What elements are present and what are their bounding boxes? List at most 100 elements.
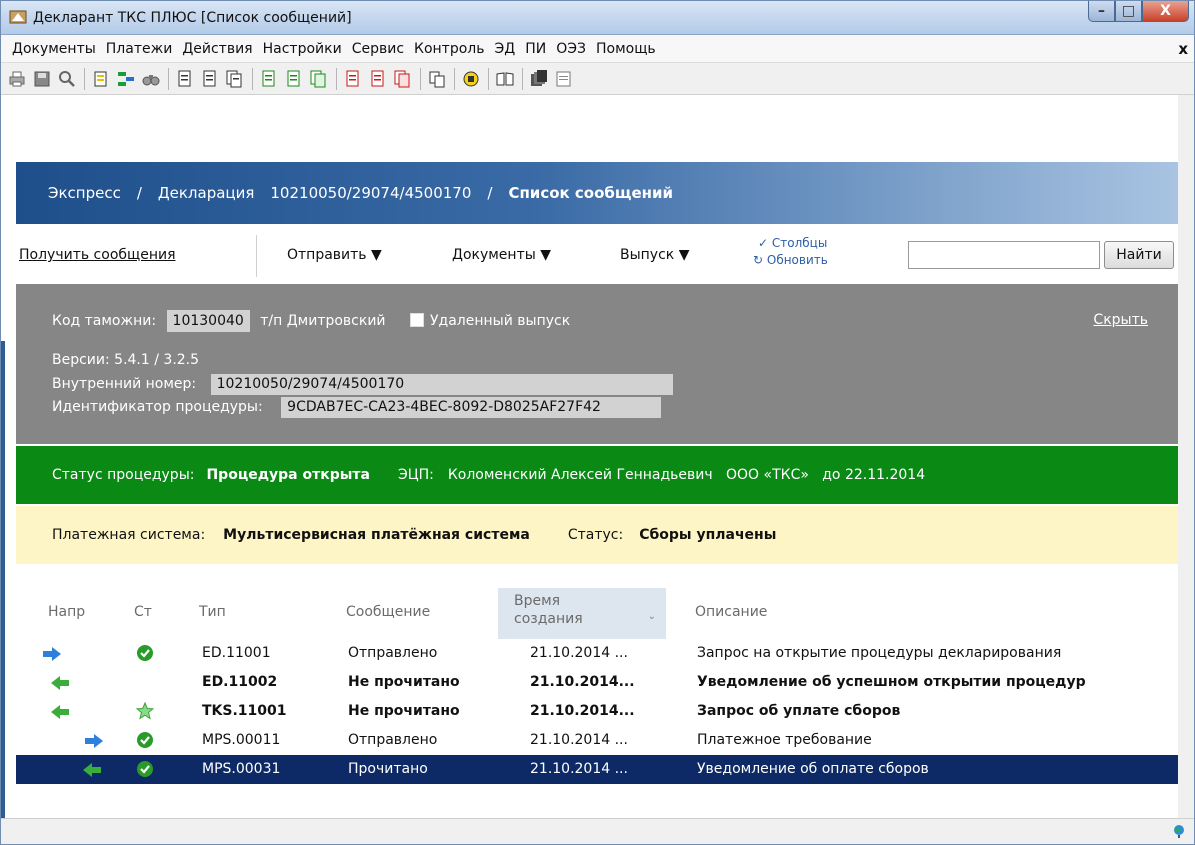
doc-icon[interactable] [200,69,220,89]
versions-text: Версии: 5.4.1 / 3.2.5 [52,352,200,368]
row-description: Уведомление об оплате сборов [697,761,929,777]
row-description: Запрос об уплате сборов [697,703,901,719]
row-message: Отправлено [348,732,438,748]
customs-row: Код таможни: 10130040 т/п Дмитровский Уд… [52,310,570,332]
close-button[interactable]: X [1142,1,1189,22]
procedure-status-panel: Статус процедуры: Процедура открыта ЭЦП:… [16,446,1178,504]
action-separator [256,235,257,277]
minimize-button[interactable]: – [1088,1,1115,22]
save-icon[interactable] [32,69,52,89]
doc-green-icon[interactable] [259,69,279,89]
search-button[interactable]: Найти [1104,241,1174,269]
row-time: 21.10.2014 ... [530,761,628,777]
customs-label: Код таможни: [52,313,157,329]
row-type: ED.11002 [202,674,278,690]
toolbar-separator [454,67,455,90]
remote-release-checkbox[interactable] [410,313,424,327]
new-doc-icon[interactable] [91,69,111,89]
sort-chevron-icon: ⌄ [647,611,656,622]
col-header-message[interactable]: Сообщение [346,604,430,620]
remote-release-label[interactable]: Удаленный выпуск [430,313,570,329]
search-input[interactable] [908,241,1100,269]
docs-red-icon[interactable] [393,69,413,89]
payment-panel: Платежная система: Мультисервисная платё… [16,506,1178,564]
menu-documents[interactable]: Документы [7,41,101,57]
send-dropdown[interactable]: Отправить ▼ [287,247,382,263]
table-row[interactable]: MPS.00011 Отправлено 21.10.2014 ... Плат… [16,726,1178,755]
table-header: Напр Ст Тип Сообщение Время создания ⌄ О… [16,588,1178,639]
ok-check-icon [137,761,153,777]
menu-actions[interactable]: Действия [177,41,257,57]
table-row-selected[interactable]: MPS.00031 Прочитано 21.10.2014 ... Уведо… [16,755,1178,784]
menu-payments[interactable]: Платежи [101,41,178,57]
menu-ed[interactable]: ЭД [489,41,520,57]
internal-number-row: Внутренний номер: 10210050/29074/4500170 [52,374,673,395]
col-header-dir[interactable]: Напр [48,604,85,620]
tree-icon[interactable] [116,69,136,89]
row-time: 21.10.2014 ... [530,732,628,748]
table-row[interactable]: ED.11002 Не прочитано 21.10.2014... Увед… [16,668,1178,697]
menu-bar: Документы Платежи Действия Настройки Сер… [1,35,1194,63]
release-dropdown[interactable]: Выпуск ▼ [620,247,689,263]
breadcrumb-declaration[interactable]: Декларация [158,184,254,202]
doc-green-icon[interactable] [284,69,304,89]
documents-dropdown[interactable]: Документы ▼ [452,247,551,263]
ok-check-icon [137,732,153,748]
toolbar-separator [252,67,253,90]
menu-oez[interactable]: ОЭЗ [551,41,591,57]
hand-icon[interactable] [461,69,481,89]
col-header-time[interactable]: Время создания ⌄ [498,588,666,639]
stack-icon[interactable] [529,69,549,89]
col-header-type[interactable]: Тип [199,604,226,620]
payment-status-label: Статус: [567,527,624,543]
app-icon [9,10,27,24]
binoculars-icon[interactable] [141,69,161,89]
printer-icon[interactable] [7,69,27,89]
breadcrumb-express[interactable]: Экспресс [48,184,121,202]
incoming-arrow-icon [51,676,69,690]
status-label: Статус процедуры: [52,467,195,483]
doc-red-icon[interactable] [368,69,388,89]
get-messages-link[interactable]: Получить сообщения [19,247,176,263]
signature-label: ЭЦП: [397,467,434,483]
mdi-close-icon[interactable]: x [1178,40,1188,58]
row-type: MPS.00031 [202,761,281,777]
menu-pi[interactable]: ПИ [520,41,551,57]
declaration-info-panel: Код таможни: 10130040 т/п Дмитровский Уд… [16,284,1178,444]
col-header-status[interactable]: Ст [134,604,152,620]
menu-control[interactable]: Контроль [409,41,489,57]
refresh-link[interactable]: ↻ Обновить [753,253,828,267]
zoom-icon[interactable] [57,69,77,89]
title-bar[interactable]: Декларант ТКС ПЛЮС [Список сообщений] – … [1,1,1194,35]
menu-help[interactable]: Помощь [591,41,661,57]
status-value: Процедура открыта [206,467,370,483]
table-row[interactable]: ED.11001 Отправлено 21.10.2014 ... Запро… [16,639,1178,668]
globe-icon [1174,825,1184,838]
internal-number-value: 10210050/29074/4500170 [210,374,673,395]
doc-red-icon[interactable] [343,69,363,89]
maximize-button[interactable]: □ [1115,1,1142,22]
book-icon[interactable] [495,69,515,89]
menu-service[interactable]: Сервис [347,41,409,57]
procedure-id-label: Идентификатор процедуры: [52,399,263,415]
table-row[interactable]: TKS.11001 Не прочитано 21.10.2014... Зап… [16,697,1178,726]
col-header-description[interactable]: Описание [695,604,767,620]
breadcrumb-declaration-number[interactable]: 10210050/29074/4500170 [270,184,471,202]
breadcrumb: Экспресс / Декларация 10210050/29074/450… [16,162,1178,224]
menu-settings[interactable]: Настройки [258,41,347,57]
hide-link[interactable]: Скрыть [1093,312,1148,328]
toolbar-separator [336,67,337,90]
payment-status-value: Сборы уплачены [639,527,777,543]
columns-link[interactable]: ✓ Столбцы [758,236,827,250]
window-icon[interactable] [554,69,574,89]
row-description: Запрос на открытие процедуры декларирова… [697,645,1062,661]
docs-icon[interactable] [225,69,245,89]
doc-icon[interactable] [175,69,195,89]
procedure-id-row: Идентификатор процедуры: 9CDAB7EC-CA23-4… [52,397,662,418]
procedure-id-value: 9CDAB7EC-CA23-4BEC-8092-D8025AF27F42 [281,397,662,418]
row-time: 21.10.2014... [530,674,635,690]
payment-system-value: Мультисервисная платёжная система [223,527,530,543]
docs-green-icon[interactable] [309,69,329,89]
action-bar: Получить сообщения Отправить ▼ Документы… [16,229,1178,279]
copy-icon[interactable] [427,69,447,89]
